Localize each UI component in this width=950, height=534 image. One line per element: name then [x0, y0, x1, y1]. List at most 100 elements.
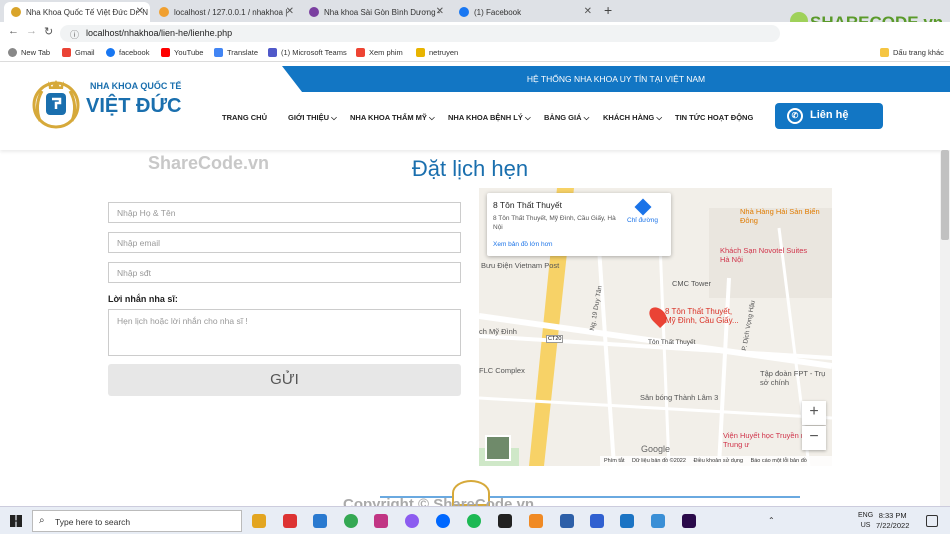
url-input[interactable]: ⓘ localhost/nhakhoa/lien-he/lienhe.php	[60, 25, 780, 42]
nav-khach-hang[interactable]: KHÁCH HÀNG ⌵	[603, 113, 662, 123]
globe-icon	[8, 48, 17, 57]
map-label-street: Tôn Thất Thuyết	[648, 339, 696, 346]
app-icon[interactable]	[560, 514, 574, 528]
tab-label: localhost / 127.0.0.1 / nhakhoa |	[174, 8, 288, 17]
taskbar-search-input[interactable]: ⌕ Type here to search	[32, 510, 242, 532]
xampp-icon[interactable]	[529, 514, 543, 528]
page-scrollbar[interactable]	[940, 150, 950, 506]
scrollbar-thumb[interactable]	[941, 150, 949, 240]
messenger-icon[interactable]	[405, 514, 419, 528]
close-icon[interactable]: ✕	[136, 6, 144, 17]
tab-phpmyadmin[interactable]: localhost / 127.0.0.1 / nhakhoa | ✕	[152, 2, 300, 22]
nav-gioi-thieu[interactable]: GIỚI THIỆU ⌵	[288, 113, 337, 123]
site-favicon-icon	[309, 7, 319, 17]
vscode-icon[interactable]	[313, 514, 327, 528]
nav-trang-chu[interactable]: TRANG CHỦ	[222, 113, 267, 122]
zalo-icon[interactable]	[436, 514, 450, 528]
nav-bang-gia[interactable]: BẢNG GIÁ ⌵	[544, 113, 589, 123]
phone-icon: ✆	[787, 108, 803, 124]
map-info-card: 8 Tôn Thất Thuyết 8 Tôn Thất Thuyết, Mỹ …	[487, 193, 671, 256]
map-report-link[interactable]: Báo cáo một lỗi bản đồ	[751, 458, 807, 464]
chevron-down-icon: ⌵	[331, 113, 337, 122]
name-input[interactable]: Nhập Họ & Tên	[108, 202, 461, 223]
tab-saigon[interactable]: Nha khoa Sài Gòn Bình Dương - ✕	[302, 2, 450, 22]
instagram-icon[interactable]	[374, 514, 388, 528]
photos-icon[interactable]	[651, 514, 665, 528]
map-label-post: Bưu Điện Vietnam Post	[481, 261, 560, 270]
phpmyadmin-icon	[159, 7, 169, 17]
chrome-icon[interactable]	[344, 514, 358, 528]
tab-label: Nha Khoa Quốc Tế Việt Đức Dr. N	[26, 8, 149, 17]
larger-map-link[interactable]: Xem bản đồ lớn hơn	[493, 241, 552, 248]
bookmark-translate[interactable]: Translate	[214, 48, 258, 57]
site-logo[interactable]: NHA KHOA QUỐC TẾ VIỆT ĐỨC	[28, 77, 188, 129]
app-icon[interactable]	[498, 514, 512, 528]
windows-taskbar: ⌕ Type here to search ⌃ ENG US 8:33 PM 7/2…	[0, 506, 950, 534]
message-label: Lời nhắn nha sĩ:	[108, 294, 178, 304]
bookmark-gmail[interactable]: Gmail	[62, 48, 95, 57]
road-shield-ct20: CT20	[546, 335, 564, 343]
bookmark-xem-phim[interactable]: Xem phim	[356, 48, 403, 57]
info-icon: ⓘ	[70, 30, 80, 40]
clock[interactable]: 8:33 PM 7/22/2022	[876, 511, 909, 531]
watermark-text: ShareCode.vn	[148, 153, 270, 173]
media-icon[interactable]	[620, 514, 634, 528]
map-terms-link[interactable]: Điều khoản sử dụng	[693, 458, 743, 464]
place-name: 8 Tôn Thất Thuyết	[493, 200, 562, 210]
message-textarea[interactable]: Hẹn lịch hoặc lời nhắn cho nha sĩ !	[108, 309, 461, 356]
bookmark-facebook[interactable]: facebook	[106, 48, 149, 57]
page-title: Đặt lịch hẹn	[411, 156, 529, 181]
premiere-icon[interactable]	[682, 514, 696, 528]
tab-label: (1) Facebook	[474, 8, 522, 17]
bookmark-other[interactable]: Dấu trang khác	[880, 48, 944, 57]
notification-icon[interactable]	[926, 515, 938, 527]
tab-nha-khoa[interactable]: Nha Khoa Quốc Tế Việt Đức Dr. N ✕	[4, 2, 150, 22]
close-icon[interactable]: ✕	[584, 6, 592, 17]
forward-icon[interactable]: →	[26, 25, 37, 37]
app-icon[interactable]	[283, 514, 297, 528]
nav-tham-my[interactable]: NHA KHOA THẨM MỸ ⌵	[350, 113, 435, 123]
submit-button[interactable]: GỬI	[108, 364, 461, 396]
file-explorer-icon[interactable]	[252, 514, 266, 528]
zoom-out-button[interactable]: −	[802, 426, 826, 450]
back-icon[interactable]: ←	[8, 25, 19, 37]
spotify-icon[interactable]	[467, 514, 481, 528]
chevron-down-icon: ⌵	[429, 113, 435, 122]
chevron-down-icon: ⌵	[583, 113, 590, 122]
satellite-toggle[interactable]	[485, 435, 511, 461]
close-icon[interactable]: ✕	[436, 6, 444, 17]
bookmark-youtube[interactable]: YouTube	[161, 48, 203, 57]
input-language[interactable]: ENG US	[858, 511, 873, 531]
close-icon[interactable]: ✕	[286, 6, 294, 17]
top-banner: HỆ THỐNG NHA KHOA UY TÍN TẠI VIỆT NAM	[282, 66, 950, 92]
tab-facebook[interactable]: (1) Facebook ✕	[452, 2, 598, 22]
logo-subtitle: NHA KHOA QUỐC TẾ	[90, 81, 182, 91]
bookmark-teams[interactable]: (1) Microsoft Teams	[268, 48, 347, 57]
url-text: localhost/nhakhoa/lien-he/lienhe.php	[86, 28, 233, 38]
phone-input[interactable]: Nhập sđt	[108, 262, 461, 283]
word-icon[interactable]	[590, 514, 604, 528]
site-favicon-icon	[11, 7, 21, 17]
map-shortcuts-link[interactable]: Phím tắt	[604, 458, 624, 464]
email-input[interactable]: Nhập email	[108, 232, 461, 253]
reload-icon[interactable]: ↻	[44, 25, 53, 38]
new-tab-button[interactable]: +	[604, 2, 612, 18]
bookmark-new-tab[interactable]: New Tab	[8, 48, 50, 57]
directions-icon[interactable]	[634, 198, 652, 216]
map-label-my-dinh: ch Mỹ Đình	[479, 327, 517, 336]
windows-start-icon[interactable]	[10, 515, 22, 527]
map-label-hotel: Khách Sạn Novotel Suites Hà Nội	[720, 246, 808, 264]
place-address: 8 Tôn Thất Thuyết, Mỹ Đình, Cầu Giấy, Hà…	[493, 215, 616, 231]
nav-benh-ly[interactable]: NHA KHOA BỆNH LÝ ⌵	[448, 113, 531, 123]
directions-link[interactable]: Chỉ đường	[627, 217, 658, 224]
map-footer: Phím tắt Dữ liệu bản đồ ©2022 Điều khoản…	[600, 456, 832, 466]
search-icon: ⌕	[39, 515, 45, 526]
logo-title: VIỆT ĐỨC	[86, 95, 182, 117]
contact-button[interactable]: ✆ Liên hệ	[775, 103, 883, 129]
google-logo: Google	[641, 444, 671, 454]
zoom-in-button[interactable]: +	[802, 401, 826, 425]
facebook-icon	[106, 48, 115, 57]
tray-chevron-icon[interactable]: ⌃	[768, 516, 775, 525]
nav-tin-tuc[interactable]: TIN TỨC HOẠT ĐỘNG	[675, 113, 753, 122]
bookmark-netruyen[interactable]: netruyen	[416, 48, 458, 57]
